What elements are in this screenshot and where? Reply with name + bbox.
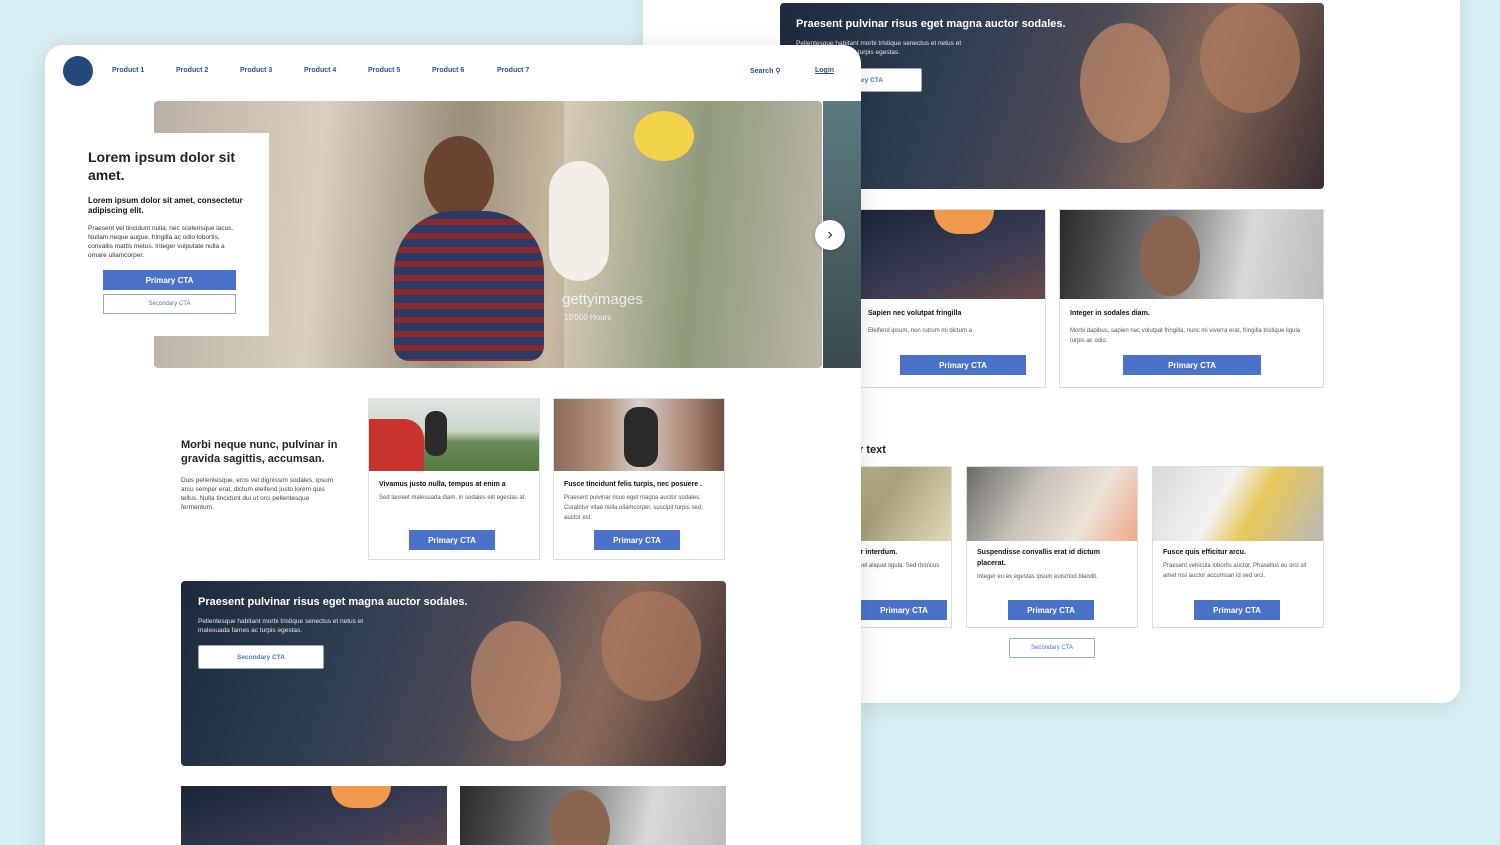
city-woman-image — [554, 399, 724, 471]
feature-card-body: Sed laoreet malesuada diam, in sodales e… — [379, 495, 527, 501]
feature-title: Morbi neque nunc, pulvinar in gravida sa… — [181, 439, 338, 465]
lantern-shape — [934, 210, 994, 234]
woman-car-image — [1060, 210, 1323, 299]
dmv-document-image — [1153, 467, 1323, 541]
red-car-image — [369, 399, 539, 471]
hero-body: Praesent vel tincidunt nulla, nec sceler… — [88, 225, 234, 259]
person-face-shape — [1200, 3, 1300, 113]
back-card: Sapien nec volutpat fringilla Eleifend i… — [853, 209, 1046, 388]
person-face-shape — [471, 621, 561, 741]
man-head-shape — [424, 136, 494, 221]
banner: Praesent pulvinar risus eget magna aucto… — [181, 581, 726, 766]
back-card-body: Morbi dapibus, sapien nec volutpat fring… — [1070, 328, 1301, 344]
feature-card-title: Fusce tincidunt felis turpis, nec posuer… — [564, 481, 703, 488]
person-shape — [425, 411, 447, 456]
lantern-shape — [331, 786, 391, 808]
back-card-body: Integer eu ex egestas ipsum euismod blan… — [977, 574, 1098, 580]
baby-shape — [549, 161, 609, 281]
hero-watermark: gettyimages — [562, 291, 643, 308]
banner-title: Praesent pulvinar risus eget magna aucto… — [198, 596, 468, 608]
search-label: Search — [750, 68, 774, 75]
person-shape — [624, 407, 658, 467]
flowers-shape — [634, 111, 694, 161]
person-face-shape — [1080, 23, 1170, 143]
login-link[interactable]: Login — [815, 67, 834, 74]
car-shape — [369, 419, 424, 471]
notary-stamp-image — [967, 467, 1137, 541]
hero-subtitle: Lorem ipsum dolor sit amet, consectetur … — [88, 196, 243, 215]
back-card: Integer in sodales diam. Morbi dapibus, … — [1059, 209, 1324, 388]
back-card: Suspendisse convallis erat id dictum pla… — [966, 466, 1138, 628]
banner-body: Pellentesque habitant morbi tristique se… — [198, 618, 364, 634]
hero-secondary-cta[interactable]: Secondary CTA — [103, 294, 236, 314]
back-card-primary-cta[interactable]: Primary CTA — [1194, 600, 1280, 620]
feature-card-body: Praesent pulvinar risus eget magna aucto… — [564, 495, 703, 521]
woman-car-image — [460, 786, 726, 845]
feature-card: Vivamus justo nulla, tempus at enim a Se… — [368, 398, 540, 560]
nav-product-7[interactable]: Product 7 — [497, 67, 529, 74]
lanterns-image — [854, 210, 1045, 299]
nav-product-3[interactable]: Product 3 — [240, 67, 272, 74]
hero-title: Lorem ipsum dolor sit amet. — [88, 149, 236, 183]
person-face-shape — [601, 591, 701, 701]
back-card-primary-cta[interactable]: Primary CTA — [861, 600, 947, 620]
back-card-primary-cta[interactable]: Primary CTA — [900, 355, 1026, 375]
front-page-preview: Product 1 Product 2 Product 3 Product 4 … — [45, 45, 861, 845]
chevron-right-icon: › — [827, 226, 833, 243]
nav-product-2[interactable]: Product 2 — [176, 67, 208, 74]
logo[interactable] — [63, 56, 93, 86]
back-card-title: Fusce quis efficitur arcu. — [1163, 549, 1246, 556]
back-card-body: Praesent vehicula lobortis auctor. Phase… — [1163, 563, 1307, 579]
person-shape — [1140, 216, 1200, 296]
back-hero-title: Praesent pulvinar risus eget magna aucto… — [796, 18, 1066, 30]
back-card: Fusce quis efficitur arcu. Praesent vehi… — [1152, 466, 1324, 628]
carousel-next-button[interactable]: › — [815, 220, 845, 250]
nav-product-5[interactable]: Product 5 — [368, 67, 400, 74]
search-link[interactable]: Search ⚲ — [750, 67, 780, 75]
feature-card-title: Vivamus justo nulla, tempus at enim a — [379, 481, 506, 488]
back-card-title: Sapien nec volutpat fringilla — [868, 310, 962, 317]
hero-watermark-sub: 10'000 Hours — [564, 313, 612, 322]
feature-body: Duis pellentesque, eros vel dignissim so… — [181, 477, 334, 511]
feature-card-primary-cta[interactable]: Primary CTA — [594, 530, 680, 550]
back-secondary-cta[interactable]: Secondary CTA — [1009, 638, 1095, 658]
nav-product-6[interactable]: Product 6 — [432, 67, 464, 74]
back-card-primary-cta[interactable]: Primary CTA — [1008, 600, 1094, 620]
back-card-title: Suspendisse convallis erat id dictum pla… — [977, 549, 1100, 567]
feature-card: Fusce tincidunt felis turpis, nec posuer… — [553, 398, 725, 560]
man-sweater-shape — [394, 211, 544, 361]
nav-product-1[interactable]: Product 1 — [112, 67, 144, 74]
hero-primary-cta[interactable]: Primary CTA — [103, 270, 236, 290]
back-card-primary-cta[interactable]: Primary CTA — [1123, 355, 1261, 375]
banner-secondary-cta[interactable]: Secondary CTA — [198, 645, 324, 669]
back-hero-banner: Praesent pulvinar risus eget magna aucto… — [780, 3, 1324, 189]
lanterns-image — [181, 786, 447, 845]
hero-text-panel: Lorem ipsum dolor sit amet. Lorem ipsum … — [68, 133, 269, 336]
back-card-body: Eleifend ipsum, non rutrum mi dictum a. — [868, 328, 974, 334]
nav-product-4[interactable]: Product 4 — [304, 67, 336, 74]
person-shape — [550, 790, 610, 845]
feature-card-primary-cta[interactable]: Primary CTA — [409, 530, 495, 550]
search-icon: ⚲ — [775, 68, 781, 75]
back-card-title: Integer in sodales diam. — [1070, 310, 1150, 317]
